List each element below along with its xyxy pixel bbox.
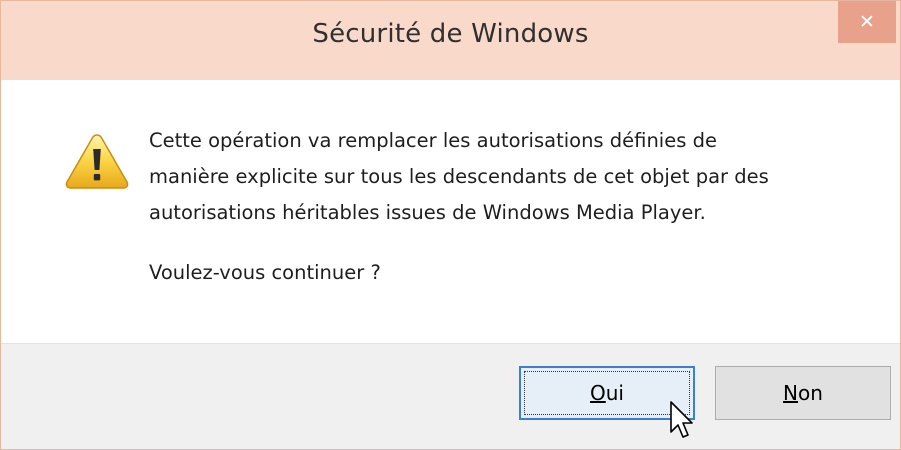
title-bar[interactable]: Sécurité de Windows ✕ — [1, 1, 900, 80]
dialog-message: Cette opération va remplacer les autoris… — [149, 123, 849, 231]
no-button[interactable]: Non — [715, 366, 891, 420]
no-button-label: on — [798, 381, 823, 405]
warning-icon — [65, 134, 129, 189]
confirmation-question: Voulez-vous continuer ? — [149, 261, 381, 284]
message-line: Cette opération va remplacer les autoris… — [149, 129, 717, 152]
focus-rectangle — [524, 371, 690, 415]
close-icon[interactable]: ✕ — [859, 12, 875, 32]
dialog-title: Sécurité de Windows — [312, 19, 589, 49]
dialog-content: Cette opération va remplacer les autoris… — [1, 80, 900, 343]
message-line: autorisations héritables issues de Windo… — [149, 201, 706, 224]
yes-button[interactable]: Oui — [519, 366, 695, 420]
no-button-access-key: N — [783, 381, 799, 405]
message-line: manière explicite sur tous les descendan… — [149, 165, 769, 188]
button-bar: Oui Non — [1, 343, 900, 449]
security-dialog: Sécurité de Windows ✕ Cette opération va… — [0, 0, 901, 450]
close-button[interactable]: ✕ — [838, 1, 896, 43]
